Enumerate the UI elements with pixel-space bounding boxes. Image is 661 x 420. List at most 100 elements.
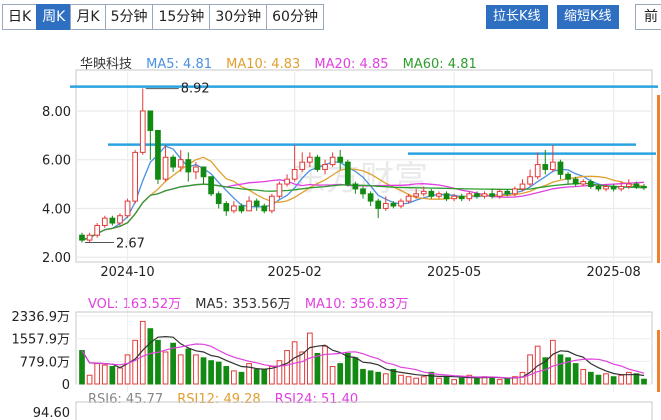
candle-body [139,110,146,153]
candle-body [306,156,313,163]
candle-body [367,193,374,202]
candle-body [481,193,488,197]
volume-bar [527,354,533,385]
candle-body [534,164,541,178]
candle-body [314,156,321,170]
right-edge-marker-vol [657,330,660,392]
volume-bar [299,351,306,385]
volume-bar [147,328,154,385]
volume-bar [162,351,169,385]
volume-bars [79,320,647,385]
candle-body [261,205,268,212]
candle-body [451,195,457,200]
volume-bar [633,373,640,385]
rsi-tick-label: 94.60 [33,406,70,420]
volume-bar [208,360,214,385]
volume-bar [451,379,457,385]
candle-body [177,159,184,168]
candle-body [512,188,518,195]
candle-body [223,203,230,212]
price-tick-label: 4.00 [42,202,71,217]
candle-body [413,193,420,197]
volume-bar [314,352,321,385]
volume-bar [253,368,260,385]
volume-bar [550,339,556,385]
volume-bar [458,377,465,385]
volume-bar [117,367,123,385]
volume-bar [489,377,495,385]
candle-body [443,193,450,200]
volume-bar [261,368,268,385]
candle-body [101,217,108,226]
candle-body [610,185,617,190]
volume-bar [367,370,374,385]
candle-body [587,181,594,187]
volume-bar [94,363,101,385]
volume-bar [124,354,131,385]
volume-bar [420,376,427,385]
volume-tick-label: 0 [62,378,70,393]
volume-bar [269,366,275,385]
candle-body [420,190,427,195]
candle-body [565,173,571,180]
candle-body [291,168,298,180]
candle-body [398,200,404,207]
candle-body [94,224,101,236]
candle-body [603,185,609,190]
axis-labels: 2.00 4.00 6.00 8.00 2024-10 2025-02 2025-05 202… [12,82,641,420]
volume-bar [276,360,283,385]
time-tick-label: 2024-10 [100,265,154,280]
volume-bar [193,354,199,385]
candle-body [580,181,587,185]
candle-body [231,205,237,212]
volume-bar [215,361,222,385]
volume-bar [109,366,116,385]
kline-chart[interactable]: 东方财富 2.00 4.00 6.00 8.00 2024-10 2025-02 2025-… [0,0,661,420]
volume-bar [572,363,579,385]
price-tick-label: 8.00 [42,105,71,120]
candle-body [155,129,161,180]
candle-body [405,195,412,202]
candle-body [550,161,556,170]
volume-bar [398,374,404,385]
volume-tick-label: 1557.9万 [12,333,71,348]
candle-body [633,183,640,187]
candle-body [208,176,214,195]
candle-body [625,183,632,187]
candle-body [329,156,336,166]
volume-bar [519,371,526,385]
candle-body [132,151,139,202]
rsi-frame [75,401,653,420]
candle-body [246,200,252,212]
volume-bar [329,366,336,385]
candle-body [284,178,290,185]
volume-bar [200,357,207,385]
volume-bar [360,368,366,385]
volume-bar [580,368,587,385]
volume-bar [595,374,602,385]
candle-body [572,178,579,185]
candle-body [79,234,85,241]
volume-bar [436,377,442,385]
volume-bar [610,376,617,385]
candle-body [466,193,473,200]
candle-body [322,164,328,170]
candle-body [375,200,382,209]
volume-bar [557,354,564,385]
candle-body [193,166,199,173]
volume-bar [86,374,93,385]
candle-body [458,195,465,200]
candle-body [344,161,351,185]
candle-body [360,188,366,195]
candle-body [519,183,526,190]
volume-bar [231,370,237,385]
right-edge-marker [657,95,660,263]
candle-body [238,205,245,212]
candle-body [200,166,207,178]
candle-body [436,193,442,197]
volume-bar [101,364,108,385]
high-annotation: 8.92 [181,82,210,97]
volume-bar [344,352,351,385]
candle-body [474,193,480,197]
volume-bar [474,377,480,385]
